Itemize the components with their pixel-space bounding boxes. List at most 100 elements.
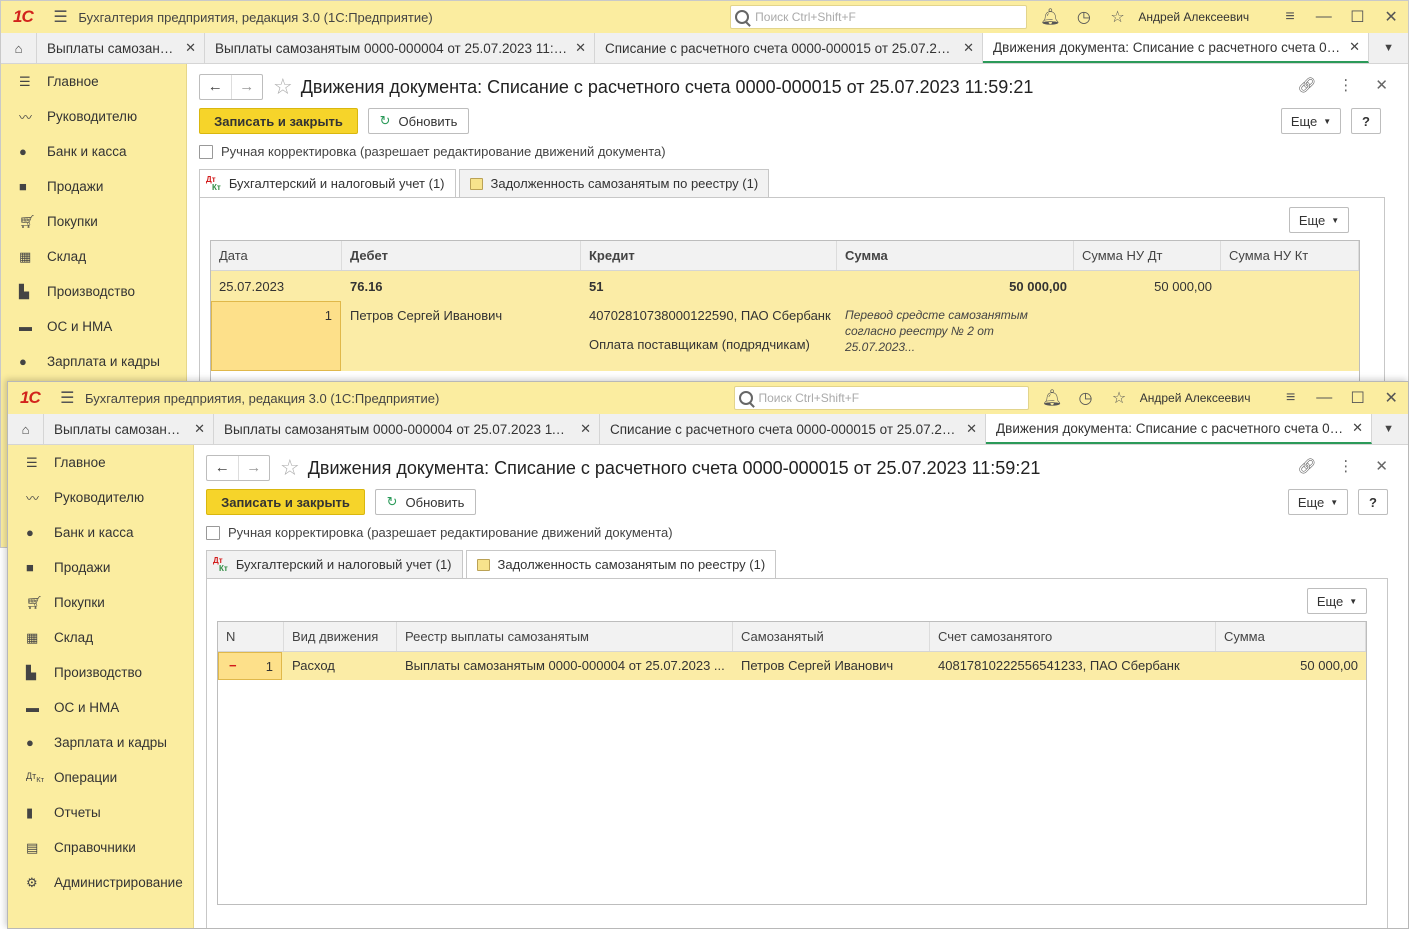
sidebar-item-sales[interactable]: ■ Продажи xyxy=(8,550,193,585)
tab-registry[interactable]: Задолженность самозанятым по реестру (1) xyxy=(458,169,770,197)
more-button[interactable]: Еще ▼ xyxy=(1288,489,1348,515)
sidebar-item-warehouse[interactable]: ▦ Склад xyxy=(8,620,193,655)
star-icon[interactable]: ☆ xyxy=(280,455,300,481)
col-n[interactable]: N xyxy=(218,622,284,651)
close-icon[interactable]: ✕ xyxy=(1374,388,1408,408)
minimize-icon[interactable]: — xyxy=(1307,389,1341,407)
manual-edit-checkbox[interactable]: Ручная корректировка (разрешает редактир… xyxy=(199,144,666,159)
link-icon[interactable]: 🔗︎ xyxy=(1297,76,1316,94)
close-icon[interactable]: ✕ xyxy=(1374,7,1408,27)
tab-payment-doc[interactable]: Выплаты самозанятым 0000-000004 от 25.07… xyxy=(214,414,600,444)
sidebar-item-purchases[interactable]: 🛒︎ Покупки xyxy=(8,585,193,620)
refresh-button[interactable]: ↻ Обновить xyxy=(375,489,476,515)
tab-payments[interactable]: Выплаты самозанятым✕ xyxy=(37,33,205,63)
maximize-icon[interactable]: ☐ xyxy=(1341,7,1375,27)
history-icon[interactable]: ◷ xyxy=(1069,388,1103,408)
col-person[interactable]: Самозанятый xyxy=(733,622,930,651)
favorites-icon[interactable]: ☆ xyxy=(1101,7,1135,27)
menu-lines-icon[interactable]: ≡ xyxy=(1273,8,1307,26)
bell-icon[interactable]: 🔔︎ xyxy=(1035,388,1069,408)
sidebar-item-production[interactable]: ▙ Производство xyxy=(1,274,186,309)
close-tab-icon[interactable]: ✕ xyxy=(580,421,591,437)
sidebar-item-directories[interactable]: ▤ Справочники xyxy=(8,830,193,865)
search-input[interactable]: Поиск Ctrl+Shift+F xyxy=(730,5,1028,29)
close-tab-icon[interactable]: ✕ xyxy=(575,40,586,56)
registry-grid[interactable]: N Вид движения Реестр выплаты самозаняты… xyxy=(217,621,1367,905)
user-name[interactable]: Андрей Алексеевич xyxy=(1134,10,1273,24)
save-close-button[interactable]: Записать и закрыть xyxy=(199,108,358,134)
table-row[interactable]: − 1 Расход Выплаты самозанятым 0000-0000… xyxy=(218,652,1366,680)
forward-arrow-icon[interactable]: → xyxy=(237,456,270,480)
sidebar-item-manager[interactable]: 〰 Руководителю xyxy=(1,99,186,134)
accounting-grid[interactable]: Дата Дебет Кредит Сумма Сумма НУ Дт Сумм… xyxy=(210,240,1360,390)
tabs-dropdown-icon[interactable]: ▼ xyxy=(1369,33,1408,63)
checkbox[interactable] xyxy=(206,525,220,540)
close-tab-icon[interactable]: ✕ xyxy=(194,421,205,437)
sidebar-item-reports[interactable]: ▮ Отчеты xyxy=(8,795,193,830)
more-vert-icon[interactable]: ⋮ xyxy=(1338,457,1353,475)
col-registry[interactable]: Реестр выплаты самозанятым xyxy=(397,622,733,651)
history-icon[interactable]: ◷ xyxy=(1067,7,1101,27)
col-date[interactable]: Дата xyxy=(211,241,342,270)
search-input[interactable]: Поиск Ctrl+Shift+F xyxy=(733,386,1030,410)
sidebar-item-main[interactable]: ☰ Главное xyxy=(1,64,186,99)
sidebar-item-operations[interactable]: ДтКт Операции xyxy=(8,760,193,795)
cell-num[interactable]: 1 xyxy=(211,301,341,371)
close-tab-icon[interactable]: ✕ xyxy=(966,421,977,437)
sidebar-item-manager[interactable]: 〰 Руководителю xyxy=(8,480,193,515)
tab-payment-doc[interactable]: Выплаты самозанятым 0000-000004 от 25.07… xyxy=(205,33,595,63)
sidebar-item-bank[interactable]: ● Банк и касса xyxy=(8,515,193,550)
tab-writeoff[interactable]: Списание с расчетного счета 0000-000015 … xyxy=(600,414,986,444)
forward-arrow-icon[interactable]: → xyxy=(230,75,263,99)
hamburger-icon[interactable]: ☰ xyxy=(43,7,79,27)
refresh-button[interactable]: ↻ Обновить xyxy=(368,108,469,134)
close-form-icon[interactable]: ✕ xyxy=(1375,76,1388,94)
table-row[interactable]: 25.07.2023 1 76.16 Петров Сергей Иванови… xyxy=(211,271,1359,371)
sidebar-item-purchases[interactable]: 🛒︎ Покупки xyxy=(1,204,186,239)
sidebar-item-salary[interactable]: ● Зарплата и кадры xyxy=(1,344,186,379)
close-tab-icon[interactable]: ✕ xyxy=(1352,420,1363,436)
user-name[interactable]: Андрей Алексеевич xyxy=(1136,391,1274,405)
col-nu-kt[interactable]: Сумма НУ Кт xyxy=(1221,241,1359,270)
col-amount[interactable]: Сумма xyxy=(837,241,1074,270)
favorites-icon[interactable]: ☆ xyxy=(1102,388,1136,408)
col-credit[interactable]: Кредит xyxy=(581,241,837,270)
menu-lines-icon[interactable]: ≡ xyxy=(1274,389,1308,407)
tab-accounting[interactable]: Дт Кт Бухгалтерский и налоговый учет (1) xyxy=(206,550,463,578)
cell-n[interactable]: − 1 xyxy=(218,652,282,680)
more-button[interactable]: Еще ▼ xyxy=(1289,207,1349,233)
more-button[interactable]: Еще ▼ xyxy=(1281,108,1341,134)
tab-movements[interactable]: Движения документа: Списание с расчетног… xyxy=(983,33,1369,63)
back-arrow-icon[interactable]: ← xyxy=(200,75,231,99)
home-icon[interactable]: ⌂ xyxy=(1,33,37,63)
tab-movements[interactable]: Движения документа: Списание с расчетног… xyxy=(986,414,1372,444)
tabs-dropdown-icon[interactable]: ▼ xyxy=(1372,414,1408,444)
col-account[interactable]: Счет самозанятого xyxy=(930,622,1216,651)
sidebar-item-main[interactable]: ☰ Главное xyxy=(8,445,193,480)
sidebar-item-assets[interactable]: ▬ ОС и НМА xyxy=(1,309,186,344)
tab-writeoff[interactable]: Списание с расчетного счета 0000-000015 … xyxy=(595,33,983,63)
col-debit[interactable]: Дебет xyxy=(342,241,581,270)
hamburger-icon[interactable]: ☰ xyxy=(50,388,85,408)
sidebar-item-salary[interactable]: ● Зарплата и кадры xyxy=(8,725,193,760)
help-button[interactable]: ? xyxy=(1358,489,1388,515)
star-icon[interactable]: ☆ xyxy=(273,74,293,100)
more-vert-icon[interactable]: ⋮ xyxy=(1338,76,1353,94)
close-form-icon[interactable]: ✕ xyxy=(1375,457,1388,475)
back-arrow-icon[interactable]: ← xyxy=(207,456,238,480)
checkbox[interactable] xyxy=(199,144,213,159)
manual-edit-checkbox[interactable]: Ручная корректировка (разрешает редактир… xyxy=(206,525,673,540)
tab-payments[interactable]: Выплаты самозанятым✕ xyxy=(44,414,214,444)
sidebar-item-production[interactable]: ▙ Производство xyxy=(8,655,193,690)
col-amount[interactable]: Сумма xyxy=(1216,622,1366,651)
save-close-button[interactable]: Записать и закрыть xyxy=(206,489,365,515)
minimize-icon[interactable]: — xyxy=(1307,8,1341,26)
close-tab-icon[interactable]: ✕ xyxy=(963,40,974,56)
help-button[interactable]: ? xyxy=(1351,108,1381,134)
sidebar-item-sales[interactable]: ■ Продажи xyxy=(1,169,186,204)
col-movement[interactable]: Вид движения xyxy=(284,622,397,651)
sidebar-item-admin[interactable]: ⚙ Администрирование xyxy=(8,865,193,900)
more-button[interactable]: Еще ▼ xyxy=(1307,588,1367,614)
link-icon[interactable]: 🔗︎ xyxy=(1297,457,1316,475)
col-nu-dt[interactable]: Сумма НУ Дт xyxy=(1074,241,1221,270)
